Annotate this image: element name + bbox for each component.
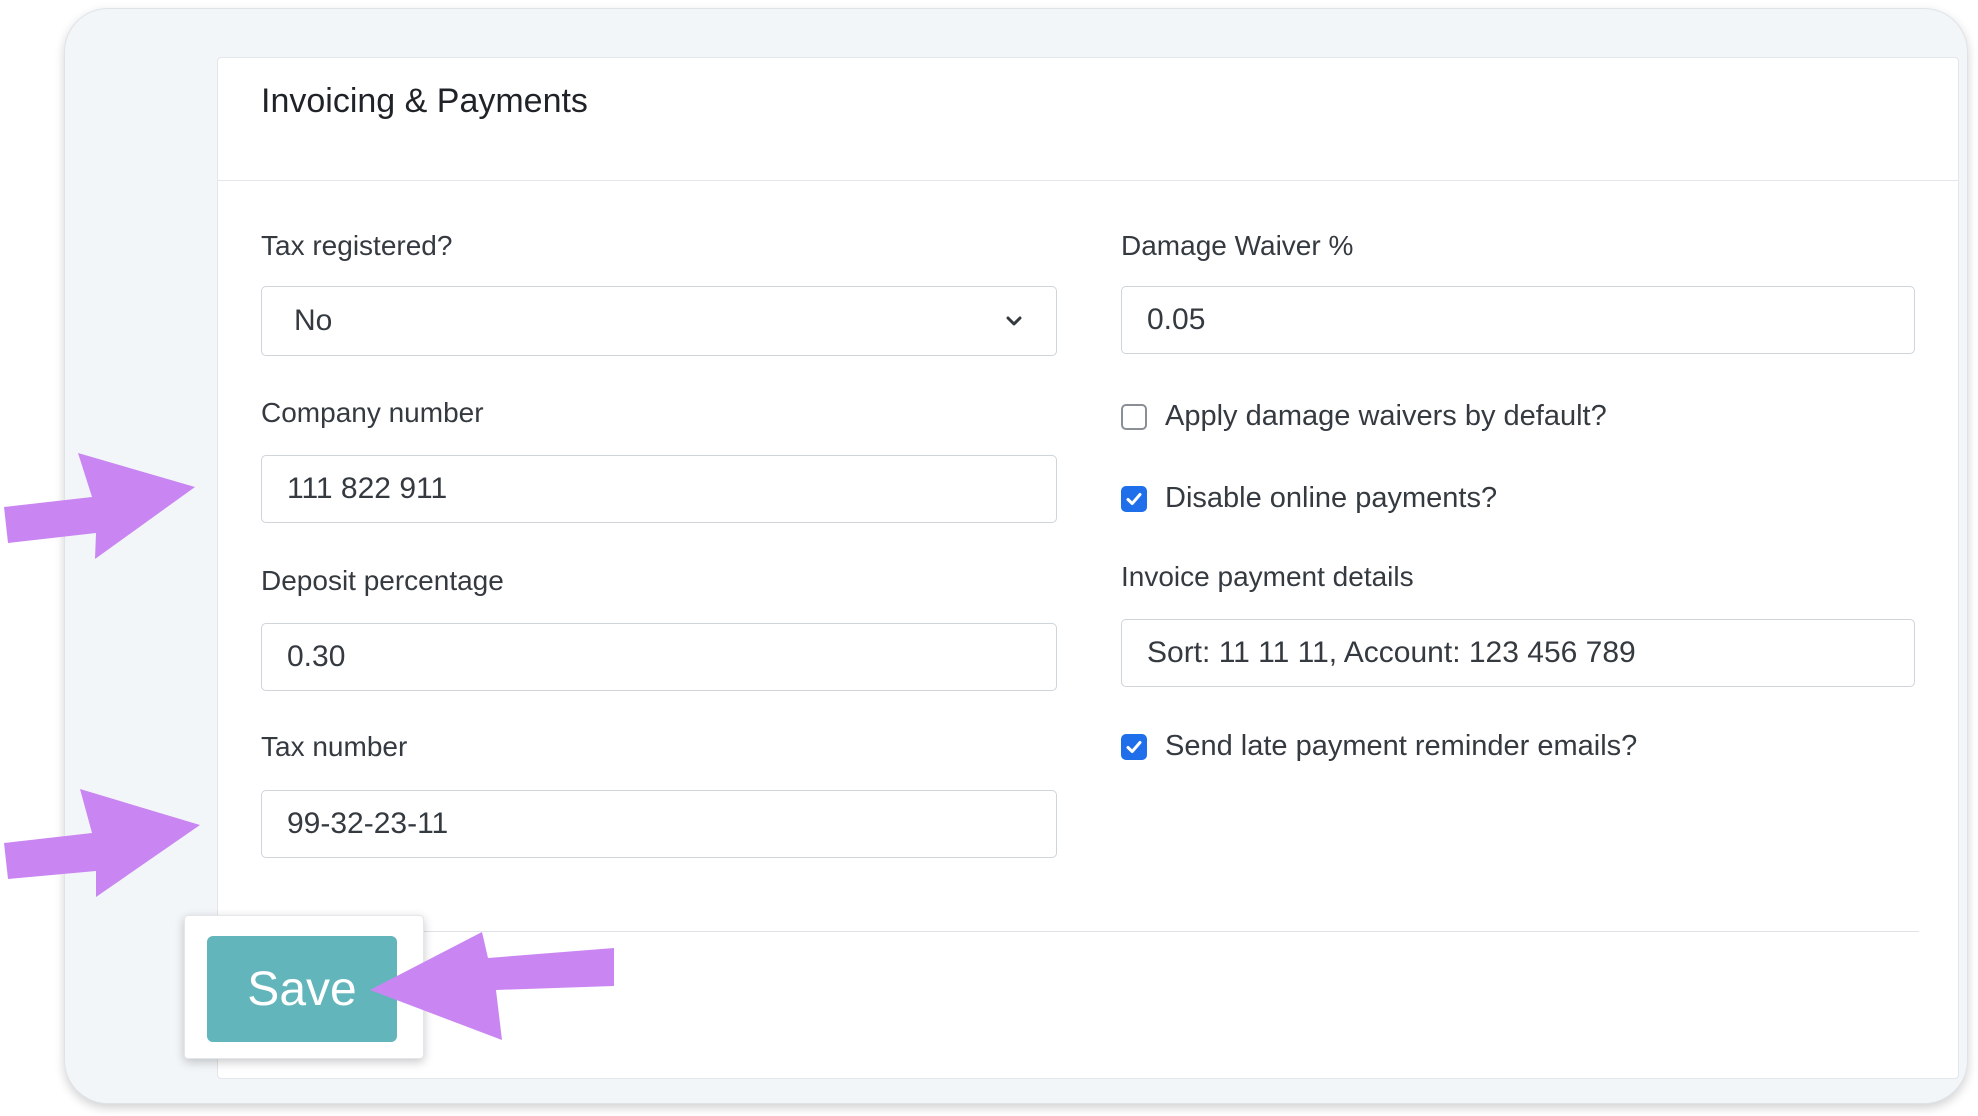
late-payment-reminders-row[interactable]: Send late payment reminder emails?	[1121, 730, 1637, 763]
company-number-input[interactable]	[261, 455, 1057, 523]
apply-damage-waivers-label: Apply damage waivers by default?	[1165, 400, 1607, 432]
damage-waiver-input[interactable]	[1121, 286, 1915, 354]
tax-number-label: Tax number	[261, 731, 408, 762]
late-payment-reminders-label: Send late payment reminder emails?	[1165, 730, 1638, 762]
arrow-icon	[4, 453, 195, 559]
disable-online-payments-row[interactable]: Disable online payments?	[1121, 482, 1497, 515]
invoice-payment-details-input[interactable]	[1121, 619, 1915, 687]
disable-online-payments-label: Disable online payments?	[1165, 482, 1498, 514]
company-number-label: Company number	[261, 397, 484, 428]
apply-damage-waivers-row[interactable]: Apply damage waivers by default?	[1121, 400, 1607, 433]
settings-card: Invoicing & Payments Tax registered? No …	[217, 57, 1959, 1079]
disable-online-payments-checkbox[interactable]	[1121, 485, 1147, 512]
tax-number-input[interactable]	[261, 790, 1057, 858]
card-title: Invoicing & Payments	[261, 82, 588, 120]
late-payment-reminders-checkbox[interactable]	[1121, 733, 1147, 760]
arrow-icon	[370, 932, 614, 1040]
tax-registered-select[interactable]: No	[261, 286, 1057, 356]
deposit-percentage-input[interactable]	[261, 623, 1057, 691]
invoice-payment-details-label: Invoice payment details	[1121, 561, 1414, 592]
deposit-percentage-label: Deposit percentage	[261, 565, 504, 596]
checkmark-icon	[1126, 492, 1142, 505]
arrow-icon	[4, 789, 200, 897]
tax-registered-label: Tax registered?	[261, 230, 453, 261]
chevron-down-icon	[1006, 316, 1022, 326]
damage-waiver-label: Damage Waiver %	[1121, 230, 1354, 261]
apply-damage-waivers-checkbox[interactable]	[1121, 403, 1147, 430]
card-header: Invoicing & Payments	[218, 58, 1958, 181]
checkmark-icon	[1126, 740, 1142, 753]
tax-registered-value: No	[294, 304, 333, 337]
